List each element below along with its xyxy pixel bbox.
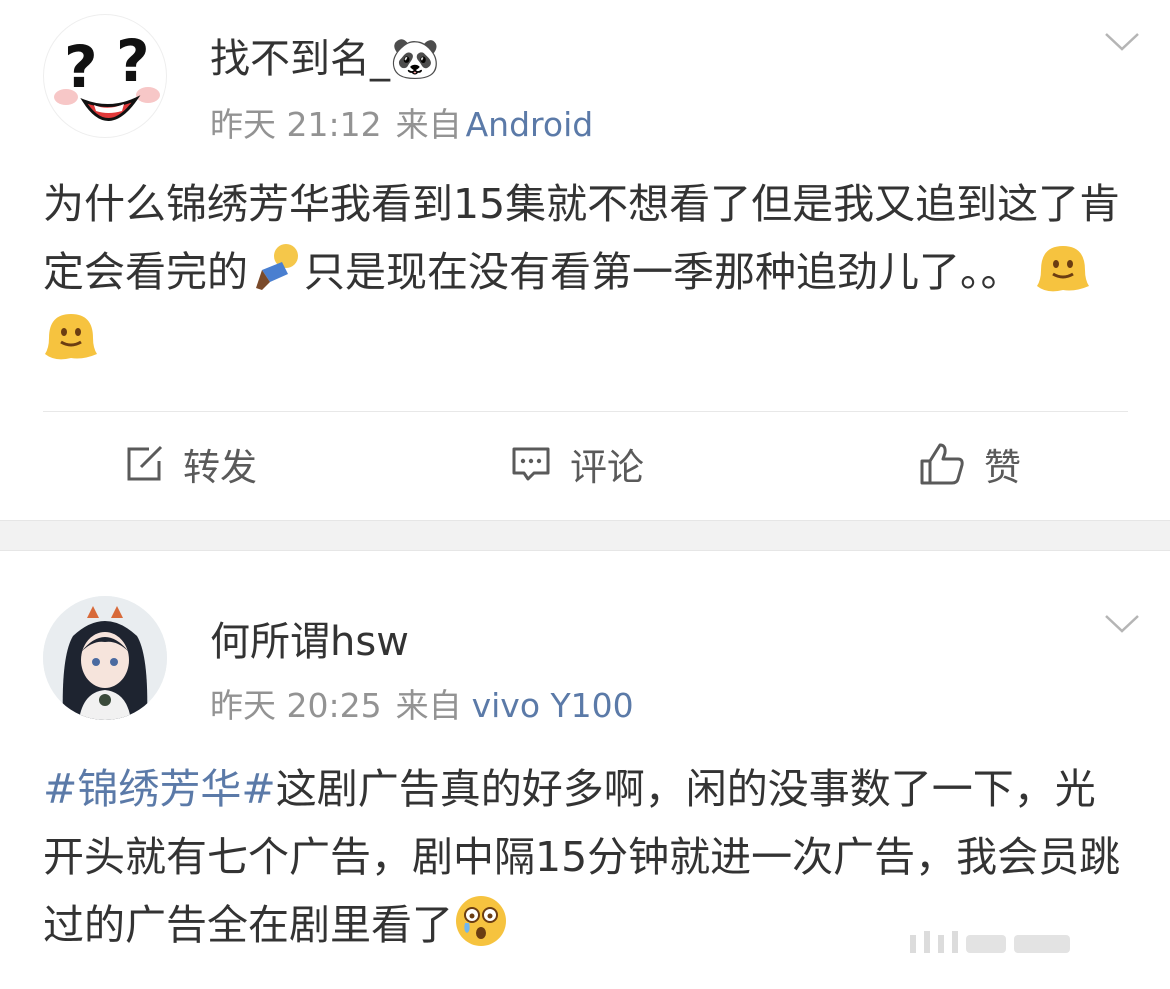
post-card[interactable]: ? ? 找不到名_🐼 昨天 21:12 来自 Android 为什么锦绣芳华我看到1… [0, 0, 1170, 520]
action-bar: 转发 评论 赞 [0, 412, 1170, 517]
post-time: 昨天 21:12 [210, 105, 382, 144]
repost-label: 转发 [183, 446, 257, 489]
topic-hashtag[interactable]: #锦绣芳华# [43, 765, 276, 813]
comment-icon [512, 447, 550, 481]
source-prefix: 来自 [395, 105, 462, 144]
question-face-avatar-icon: ? ? [54, 27, 160, 121]
svg-text:?: ? [116, 27, 150, 95]
doll-emoji-icon [256, 244, 298, 290]
comment-label: 评论 [570, 446, 644, 489]
avatar[interactable] [43, 596, 167, 720]
post-separator [0, 520, 1170, 551]
chevron-down-icon[interactable] [1104, 614, 1140, 634]
post-meta: 昨天 21:12 来自 Android [210, 98, 593, 146]
post-text-part: 只是现在没有看第一季那种追劲儿了。。 [304, 248, 1022, 296]
chevron-down-icon[interactable] [1104, 32, 1140, 52]
post-meta: 昨天 20:25 来自 vivo Y100 [210, 679, 634, 727]
repost-icon [127, 445, 163, 481]
post-card[interactable]: 何所谓hsw 昨天 20:25 来自 vivo Y100 #锦绣芳华#这剧广告真的好… [0, 551, 1170, 989]
like-button[interactable]: 赞 [918, 440, 1021, 489]
author-name[interactable]: 何所谓hsw [210, 609, 409, 667]
thumbs-up-icon [920, 443, 964, 485]
post-source[interactable]: Android [466, 105, 594, 144]
avatar[interactable]: ? ? [43, 14, 167, 138]
repost-button[interactable]: 转发 [123, 440, 257, 489]
author-name[interactable]: 找不到名_🐼 [210, 26, 440, 84]
astonished-face-emoji-icon [456, 896, 506, 946]
like-label: 赞 [984, 446, 1021, 489]
watermark-logo [900, 925, 1080, 963]
comment-button[interactable]: 评论 [510, 440, 644, 489]
melting-face-emoji-icon [45, 314, 97, 360]
melting-face-emoji-icon [1036, 246, 1089, 292]
anime-girl-avatar-icon [43, 596, 167, 720]
post-time: 昨天 20:25 [210, 686, 382, 725]
post-source[interactable]: vivo Y100 [472, 686, 634, 725]
post-text: 为什么锦绣芳华我看到15集就不想看了但是我又追到这了肯定会看完的 只是现在没有看… [43, 170, 1128, 374]
source-prefix: 来自 [395, 686, 462, 725]
